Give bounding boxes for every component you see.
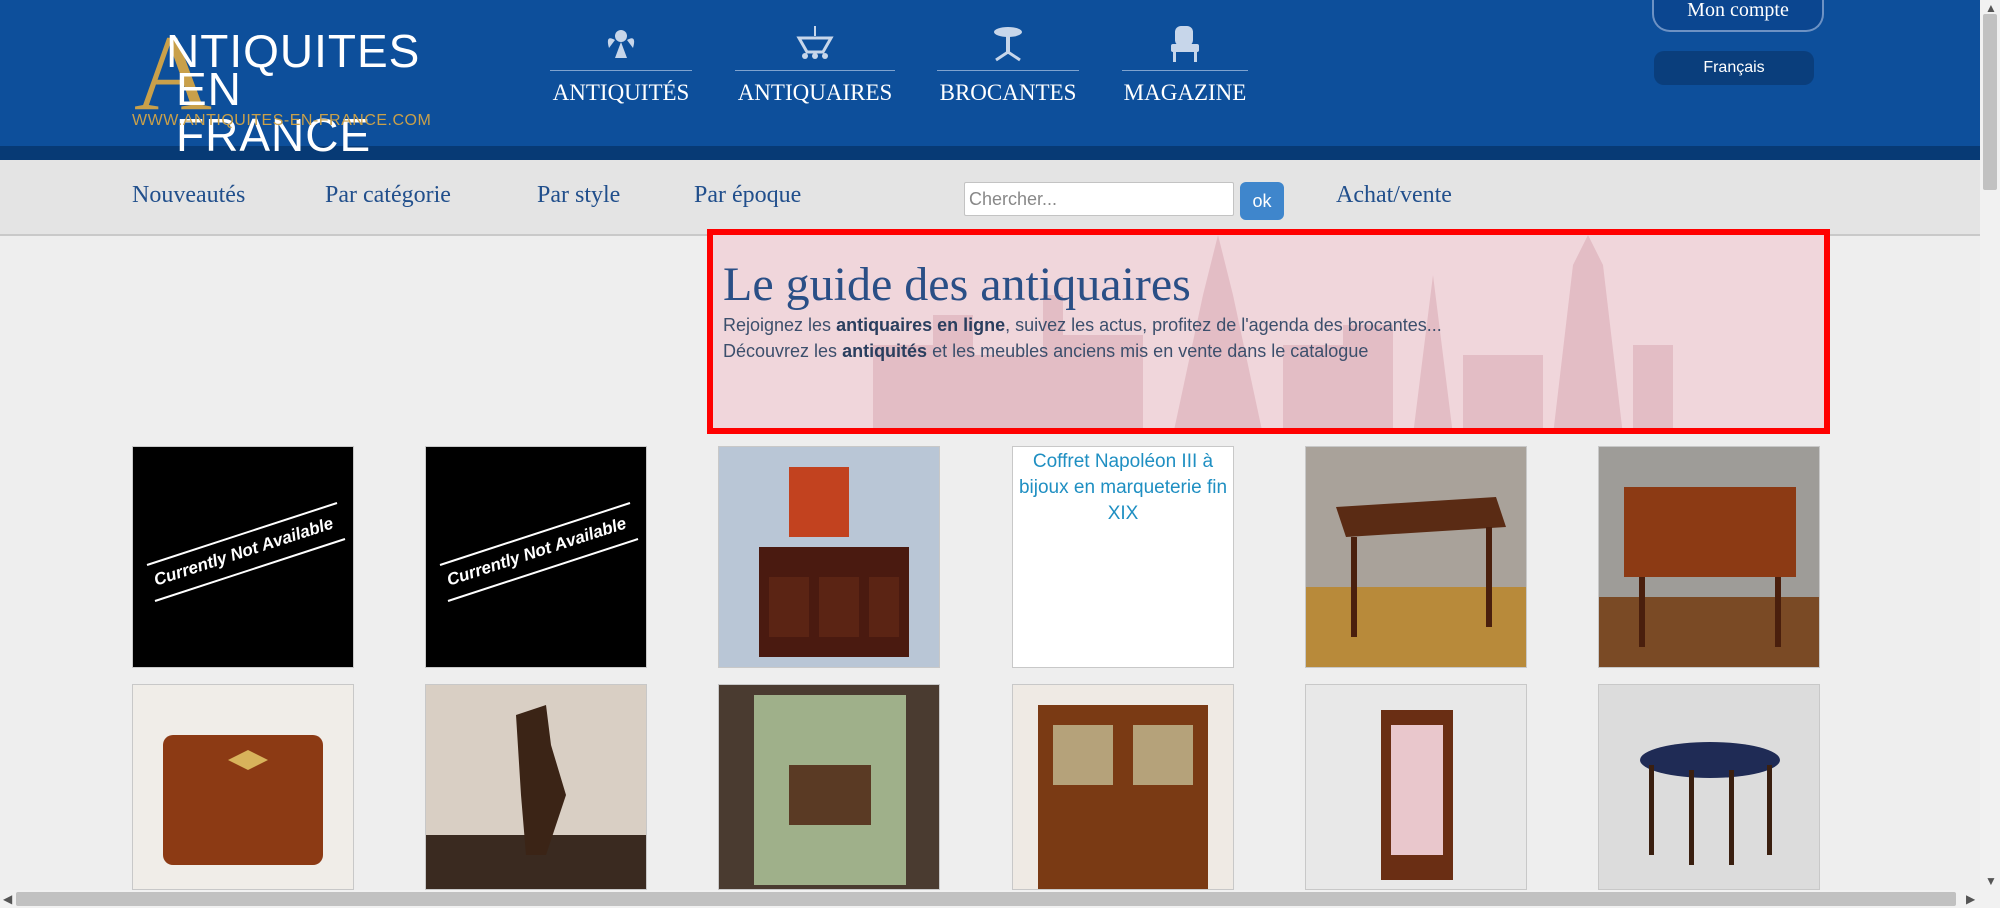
product-tile[interactable] — [1305, 446, 1527, 668]
product-tile[interactable] — [132, 684, 354, 890]
nav-antiquites[interactable]: ANTIQUITÉS — [550, 20, 692, 110]
hero-intro-line2: Découvrez les antiquités et les meubles … — [723, 341, 1369, 361]
secretary-desk-photo — [1599, 447, 1819, 667]
scroll-down-arrow-icon[interactable]: ▼ — [1985, 874, 1997, 888]
round-table-photo — [1599, 685, 1819, 889]
product-tile[interactable] — [1598, 446, 1820, 668]
link-antiquites[interactable]: antiquités — [842, 341, 927, 361]
nav-label: BROCANTES — [939, 80, 1077, 105]
carousel-horse-photo — [426, 685, 646, 889]
account-button[interactable]: Mon compte — [1652, 0, 1824, 32]
tiled-stove-photo — [719, 685, 939, 889]
chandelier-icon — [796, 26, 834, 59]
page-title: Le guide des antiquaires — [723, 258, 1191, 311]
nav-magazine[interactable]: MAGAZINE — [1122, 20, 1248, 110]
product-tile[interactable] — [1598, 684, 1820, 890]
product-tile[interactable] — [425, 684, 647, 890]
subnav-par-epoque[interactable]: Par époque — [694, 182, 801, 209]
bookcase-cabinet-photo — [1013, 685, 1233, 889]
nav-brocantes[interactable]: BROCANTES — [937, 20, 1079, 110]
product-tile[interactable] — [718, 446, 940, 668]
hero-intro-line1: Rejoignez les antiquaires en ligne, suiv… — [723, 315, 1442, 335]
subnav-par-categorie[interactable]: Par catégorie — [325, 182, 451, 209]
pedestal-table-icon — [994, 27, 1022, 62]
search-button[interactable]: ok — [1240, 182, 1284, 220]
subnav-nouveautes[interactable]: Nouveautés — [132, 182, 245, 209]
subnav-par-style[interactable]: Par style — [537, 182, 620, 209]
product-tile[interactable] — [1012, 684, 1234, 890]
nav-divider — [1122, 70, 1248, 71]
nav-label: ANTIQUAIRES — [737, 80, 893, 105]
horizontal-scrollbar-thumb[interactable] — [16, 892, 1956, 906]
unavailable-image: Currently Not Available — [439, 502, 639, 602]
hero-banner: Le guide des antiquaires Rejoignez les a… — [707, 229, 1830, 434]
product-tile[interactable]: Currently Not Available — [132, 446, 354, 668]
secondary-nav: Nouveautés Par catégorie Par style Par é… — [0, 160, 1980, 236]
language-select[interactable]: Français — [1654, 51, 1814, 85]
product-tile[interactable] — [718, 684, 940, 890]
cherub-icon — [607, 30, 635, 58]
armchair-icon — [1171, 26, 1199, 62]
jewelry-box-photo — [133, 685, 353, 889]
nav-divider — [550, 70, 692, 71]
nav-divider — [735, 70, 895, 71]
product-tile[interactable] — [1305, 684, 1527, 890]
sideboard-photo — [719, 447, 939, 667]
nav-divider — [937, 70, 1079, 71]
nav-label: ANTIQUITÉS — [552, 80, 690, 105]
scroll-left-arrow-icon[interactable]: ◀ — [3, 892, 12, 906]
unavailable-image: Currently Not Available — [146, 502, 346, 602]
product-tile[interactable]: Currently Not Available — [425, 446, 647, 668]
product-tile-broken-image[interactable]: Coffret Napoléon III à bijoux en marquet… — [1012, 446, 1234, 668]
nav-antiquaires[interactable]: ANTIQUAIRES — [735, 20, 895, 110]
site-logo[interactable]: A NTIQUITES EN FRANCE WWW.ANTIQUITES-EN-… — [132, 20, 437, 159]
scroll-right-arrow-icon[interactable]: ▶ — [1966, 892, 1975, 906]
subnav-achat-vente[interactable]: Achat/vente — [1336, 182, 1452, 209]
scroll-up-arrow-icon[interactable]: ▲ — [1985, 1, 1997, 15]
search-input[interactable] — [964, 182, 1234, 216]
link-antiquaires-en-ligne[interactable]: antiquaires en ligne — [836, 315, 1005, 335]
display-cabinet-photo — [1306, 685, 1526, 889]
writing-table-photo — [1306, 447, 1526, 667]
logo-url: WWW.ANTIQUITES-EN-FRANCE.COM — [132, 112, 432, 129]
nav-label: MAGAZINE — [1123, 80, 1247, 105]
broken-image-alt: Coffret Napoléon III à bijoux en marquet… — [1018, 451, 1228, 524]
vertical-scrollbar-thumb[interactable] — [1983, 14, 1997, 190]
